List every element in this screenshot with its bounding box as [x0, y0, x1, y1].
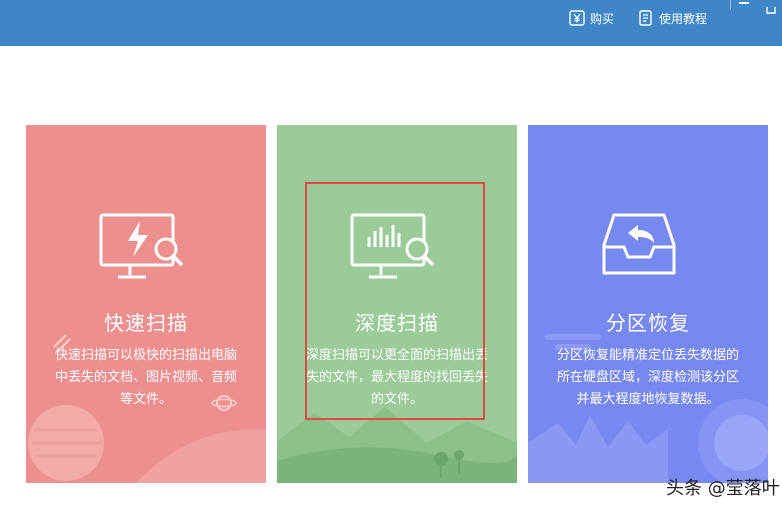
partition-recovery-illustration [528, 334, 768, 483]
monitor-lightning-search-icon [99, 213, 184, 279]
window-separator [730, 0, 731, 10]
yen-icon [569, 10, 585, 26]
buy-button[interactable]: 购买 [569, 8, 614, 28]
partition-recovery-description: 分区恢复能精准定位丢失数据的所在硬盘区域，深度检测该分区并最大程度地恢复数据。 [556, 348, 739, 407]
tutorial-button[interactable]: 使用教程 [638, 8, 707, 28]
buy-label: 购买 [590, 11, 615, 26]
monitor-chart-search-icon [350, 213, 435, 279]
deep-scan-description: 深度扫描可以更全面的扫描出丢失的文件，最大程度的找回丢失的文件。 [305, 348, 488, 407]
partition-recovery-title: 分区恢复 [606, 311, 690, 335]
deep-scan-title: 深度扫描 [355, 311, 439, 335]
top-bar: 购买 使用教程 [0, 0, 782, 46]
minimize-icon [739, 2, 749, 4]
quick-scan-illustration [28, 334, 266, 483]
quick-scan-title: 快速扫描 [104, 311, 188, 335]
watermark-text: 头条 @莹落叶 [666, 478, 780, 499]
maximize-icon [766, 7, 776, 14]
minimize-button[interactable] [737, 0, 751, 8]
tutorial-label: 使用教程 [659, 11, 708, 26]
quick-scan-card[interactable]: 快速扫描 快速扫描可以极快的扫描出电脑中丢失的文档、图片视频、音频等文件。 [26, 125, 266, 483]
maximize-button[interactable] [764, 0, 778, 14]
deep-scan-card[interactable]: 深度扫描 深度扫描可以更全面的扫描出丢失的文件，最大程度的找回丢失的文件。 [277, 125, 517, 483]
document-icon [639, 10, 652, 26]
quick-scan-description: 快速扫描可以极快的扫描出电脑中丢失的文档、图片视频、音频等文件。 [54, 348, 237, 407]
deep-scan-illustration [277, 407, 517, 483]
inbox-restore-icon [602, 213, 676, 275]
partition-recovery-card[interactable]: 分区恢复 分区恢复能精准定位丢失数据的所在硬盘区域，深度检测该分区并最大程度地恢… [528, 125, 768, 483]
